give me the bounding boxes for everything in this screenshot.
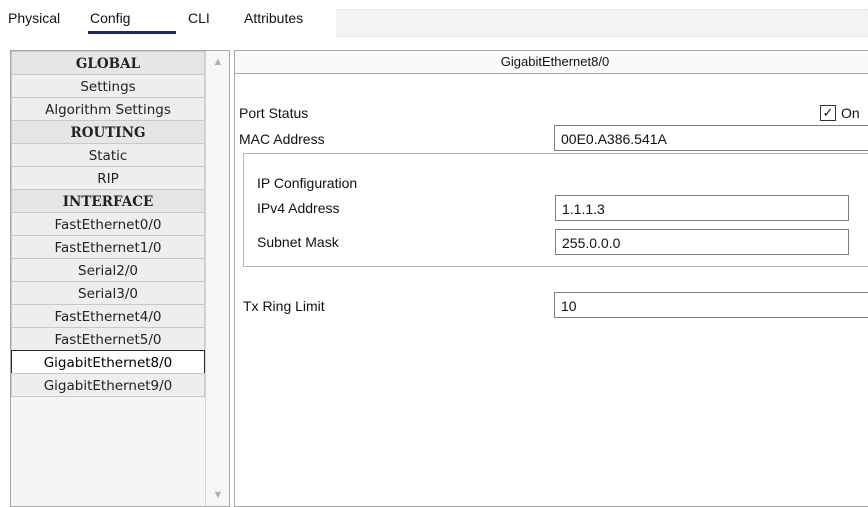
tab-bar: Physical Config CLI Attributes	[0, 0, 868, 44]
scroll-up-icon[interactable]: ▲	[206, 53, 229, 71]
sidebar-list: GLOBAL Settings Algorithm Settings ROUTING S…	[11, 51, 205, 397]
tab-cli[interactable]: CLI	[188, 10, 210, 26]
scroll-down-icon[interactable]: ▼	[206, 486, 229, 504]
interface-panel: GigabitEthernet8/0 Port Status ✓ On MAC …	[234, 50, 868, 507]
sidebar-item[interactable]: FastEthernet0/0	[11, 212, 205, 236]
port-status-on-label: On	[841, 105, 860, 121]
sidebar-item[interactable]: Algorithm Settings	[11, 97, 205, 121]
interface-title: GigabitEthernet8/0	[235, 51, 868, 74]
sidebar-item[interactable]: Serial3/0	[11, 281, 205, 305]
sidebar-item[interactable]: GigabitEthernet8/0	[11, 350, 205, 374]
tx-ring-limit-field[interactable]: 10	[554, 292, 868, 318]
sidebar-section-header: GLOBAL	[11, 51, 205, 75]
sidebar-item[interactable]: Serial2/0	[11, 258, 205, 282]
port-status-label: Port Status	[239, 105, 309, 121]
subnet-mask-label: Subnet Mask	[257, 234, 339, 250]
sidebar-scrollbar[interactable]: ▲ ▼	[205, 51, 229, 506]
tab-physical[interactable]: Physical	[8, 10, 60, 26]
mac-address-label: MAC Address	[239, 131, 325, 147]
sidebar-item[interactable]: FastEthernet1/0	[11, 235, 205, 259]
tab-config[interactable]: Config	[90, 10, 130, 26]
port-status-checkbox[interactable]: ✓	[820, 105, 836, 121]
tab-attributes[interactable]: Attributes	[244, 10, 303, 26]
sidebar-item[interactable]: FastEthernet5/0	[11, 327, 205, 351]
sidebar-section-header: INTERFACE	[11, 189, 205, 213]
ipv4-address-field[interactable]: 1.1.1.3	[555, 195, 849, 221]
subnet-mask-field[interactable]: 255.0.0.0	[555, 229, 849, 255]
config-sidebar: GLOBAL Settings Algorithm Settings ROUTING S…	[10, 50, 230, 507]
ip-configuration-label: IP Configuration	[257, 175, 358, 191]
sidebar-item[interactable]: RIP	[11, 166, 205, 190]
sidebar-item[interactable]: Settings	[11, 74, 205, 98]
tx-ring-limit-label: Tx Ring Limit	[243, 298, 325, 314]
mac-address-field[interactable]: 00E0.A386.541A	[554, 125, 868, 151]
checkmark-icon: ✓	[822, 105, 834, 120]
sidebar-item[interactable]: FastEthernet4/0	[11, 304, 205, 328]
tab-strip-filler	[336, 9, 868, 37]
active-tab-indicator	[88, 31, 176, 34]
sidebar-section-header: ROUTING	[11, 120, 205, 144]
sidebar-item[interactable]: GigabitEthernet9/0	[11, 373, 205, 397]
ipv4-address-label: IPv4 Address	[257, 200, 340, 216]
sidebar-item[interactable]: Static	[11, 143, 205, 167]
